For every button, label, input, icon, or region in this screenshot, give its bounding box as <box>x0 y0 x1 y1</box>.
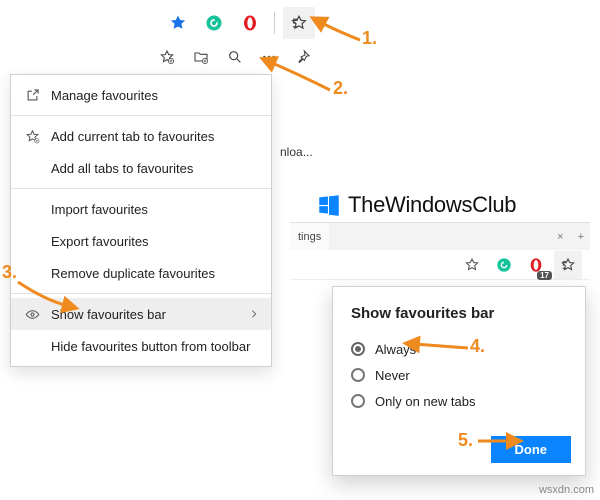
windows-flag-icon <box>316 192 342 218</box>
opera-badge-icon[interactable]: 17 <box>522 251 550 279</box>
menu-item-label: Add all tabs to favourites <box>51 161 193 176</box>
favourites-button[interactable] <box>283 7 315 39</box>
menu-item-label: Manage favourites <box>51 88 158 103</box>
radio-option-new-tabs[interactable]: Only on new tabs <box>351 388 567 414</box>
menu-hide-favourites-button[interactable]: Hide favourites button from toolbar <box>11 330 271 362</box>
menu-add-current-tab[interactable]: Add current tab to favourites <box>11 120 271 152</box>
radio-icon <box>351 394 365 408</box>
annotation-label-4: 4. <box>470 336 485 357</box>
menu-item-label: Show favourites bar <box>51 307 166 322</box>
favourites-star-icon[interactable] <box>162 7 194 39</box>
brand-label: TheWindowsClub <box>316 192 516 218</box>
chevron-right-icon <box>249 309 259 319</box>
right-window-tabstrip: tings × + <box>290 222 590 250</box>
radio-icon <box>351 342 365 356</box>
menu-divider <box>11 293 271 294</box>
right-window-toolbar: 17 <box>290 250 590 280</box>
radio-label: Always <box>375 342 416 357</box>
close-icon[interactable]: × <box>549 231 571 243</box>
add-favourite-icon[interactable] <box>152 42 182 72</box>
annotation-label-5: 5. <box>458 430 473 451</box>
annotation-label-3: 3. <box>2 262 17 283</box>
menu-export-favourites[interactable]: Export favourites <box>11 225 271 257</box>
menu-item-label: Export favourites <box>51 234 149 249</box>
menu-item-label: Remove duplicate favourites <box>51 266 215 281</box>
menu-item-label: Hide favourites button from toolbar <box>51 339 250 354</box>
opera-icon[interactable] <box>234 7 266 39</box>
favourites-context-menu: Manage favourites Add current tab to fav… <box>10 74 272 367</box>
brand-text: TheWindowsClub <box>348 192 516 218</box>
annotation-label-2: 2. <box>333 78 348 99</box>
radio-label: Only on new tabs <box>375 394 475 409</box>
pin-icon[interactable] <box>288 42 318 72</box>
more-options-icon[interactable] <box>254 42 284 72</box>
menu-add-all-tabs[interactable]: Add all tabs to favourites <box>11 152 271 184</box>
toolbar-divider <box>274 12 275 34</box>
menu-divider <box>11 188 271 189</box>
annotation-label-1: 1. <box>362 28 377 49</box>
radio-option-always[interactable]: Always <box>351 336 567 362</box>
done-button[interactable]: Done <box>491 436 572 463</box>
tab-label: tings <box>298 231 321 243</box>
favourites-panel-toolbar <box>150 40 320 74</box>
watermark-text: wsxdn.com <box>539 484 594 496</box>
new-tab-icon[interactable]: + <box>572 231 590 243</box>
open-external-icon <box>21 84 43 106</box>
notification-badge: 17 <box>537 271 552 280</box>
grammarly-icon[interactable] <box>490 251 518 279</box>
menu-import-favourites[interactable]: Import favourites <box>11 193 271 225</box>
grammarly-icon[interactable] <box>198 7 230 39</box>
tab-settings[interactable]: tings <box>290 223 329 250</box>
star-add-icon <box>21 125 43 147</box>
radio-icon <box>351 368 365 382</box>
search-icon[interactable] <box>220 42 250 72</box>
radio-option-never[interactable]: Never <box>351 362 567 388</box>
background-text-fragment: nloa... <box>280 145 313 159</box>
add-folder-icon[interactable] <box>186 42 216 72</box>
eye-icon <box>21 303 43 325</box>
menu-item-label: Import favourites <box>51 202 148 217</box>
dialog-title: Show favourites bar <box>351 305 567 322</box>
main-toolbar <box>0 4 600 42</box>
menu-item-label: Add current tab to favourites <box>51 129 214 144</box>
menu-remove-duplicates[interactable]: Remove duplicate favourites <box>11 257 271 289</box>
favourites-star-outline-icon[interactable] <box>458 251 486 279</box>
radio-label: Never <box>375 368 410 383</box>
menu-divider <box>11 115 271 116</box>
favourites-button[interactable] <box>554 251 582 279</box>
menu-manage-favourites[interactable]: Manage favourites <box>11 79 271 111</box>
menu-show-favourites-bar[interactable]: Show favourites bar <box>11 298 271 330</box>
